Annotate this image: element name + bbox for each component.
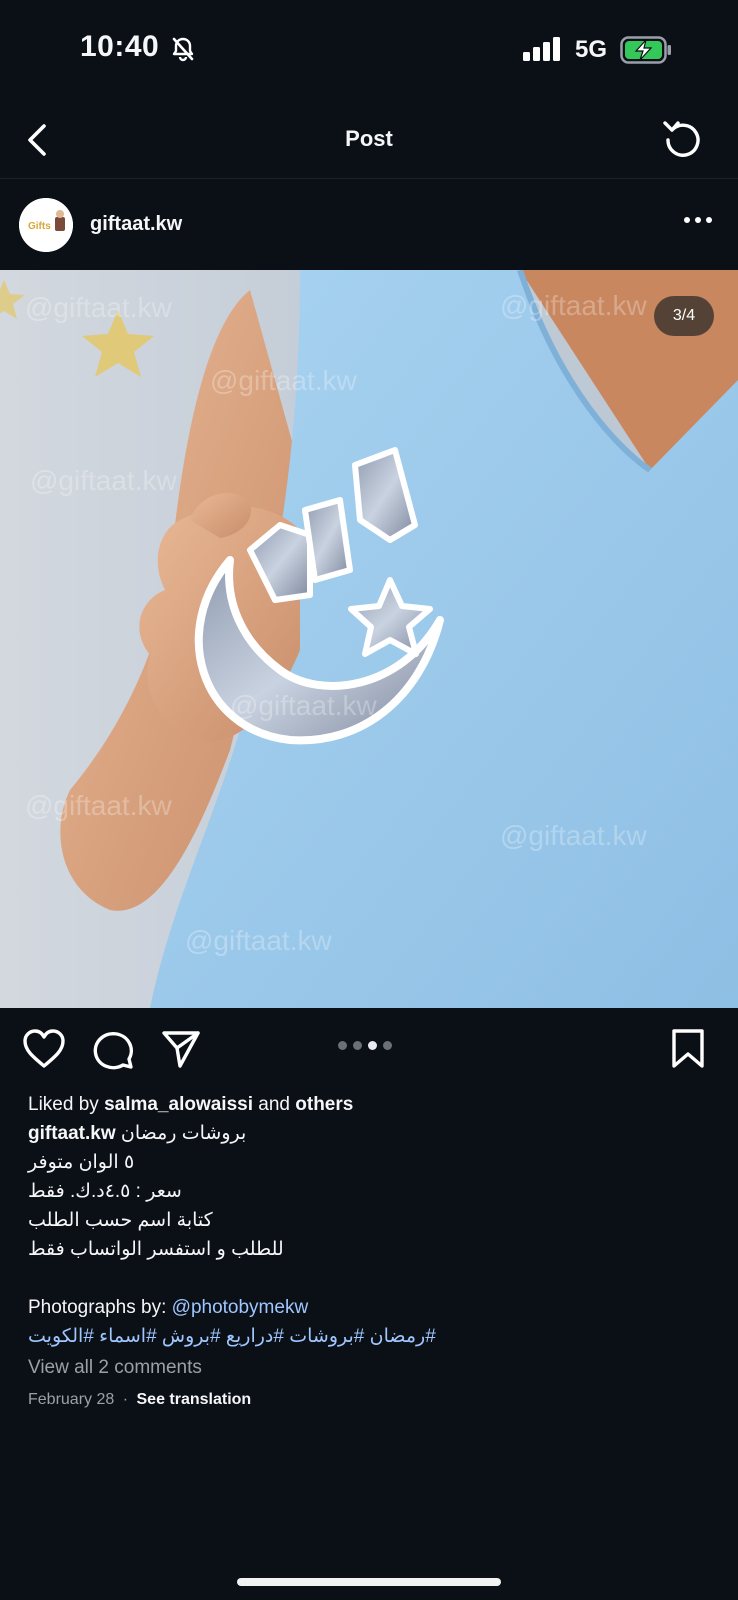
liked-by-others[interactable]: others (295, 1094, 353, 1115)
caption-text: ٥ الوان متوفر (28, 1152, 135, 1173)
nav-bar: Post (0, 100, 738, 179)
battery-charging-icon (620, 36, 671, 64)
status-time: 10:40 (80, 30, 160, 63)
post-username[interactable]: giftaat.kw (90, 213, 182, 236)
caption-first-line: giftaat.kw بروشات رمضان (28, 1119, 718, 1148)
profile-logo-icon: Gifts (19, 198, 73, 252)
photographs-by-label: Photographs by: (28, 1297, 167, 1318)
like-heart-icon[interactable] (22, 1028, 66, 1070)
caption-text: سعر : ٤.٥د.ك. فقط (28, 1181, 182, 1202)
refresh-icon[interactable] (660, 116, 704, 160)
post-header: Gifts giftaat.kw (0, 178, 738, 270)
post-action-bar (0, 1008, 738, 1092)
bell-slash-icon (172, 37, 194, 62)
likes-line: Liked by salma_alowaissi and others (28, 1090, 718, 1119)
liked-by-user[interactable]: salma_alowaissi (104, 1094, 253, 1115)
more-options-icon[interactable] (682, 210, 714, 230)
status-bar: 10:40 5G (0, 0, 738, 100)
home-indicator[interactable] (237, 1578, 501, 1586)
carousel-dot (353, 1041, 362, 1050)
post-meta-row: February 28 · See translation (28, 1385, 718, 1414)
share-send-icon[interactable] (160, 1028, 202, 1070)
caption-author[interactable]: giftaat.kw (28, 1123, 116, 1144)
carousel-indicator (338, 1041, 392, 1050)
carousel-dot (383, 1041, 392, 1050)
liked-by-prefix: Liked by (28, 1094, 99, 1115)
meta-separator: · (122, 1391, 129, 1408)
avatar-logo-text: Gifts (28, 221, 51, 232)
comment-bubble-icon[interactable] (92, 1028, 134, 1070)
page-title: Post (345, 126, 393, 151)
cell-signal-icon (523, 37, 560, 61)
photographer-link[interactable]: @photobymekw (172, 1297, 309, 1318)
caption-text: للطلب و استفسر الواتساب فقط (28, 1239, 284, 1260)
image-counter-badge: 3/4 (654, 296, 714, 336)
carousel-dot-active (368, 1041, 377, 1050)
post-date: February 28 (28, 1391, 115, 1408)
post-image[interactable]: @giftaat.kw @giftaat.kw @giftaat.kw @giftaa… (0, 270, 738, 1008)
network-label: 5G (575, 36, 608, 63)
bookmark-icon[interactable] (670, 1028, 706, 1070)
hashtags-link[interactable]: #رمضان #بروشات #دراريع #بروش #اسماء #الك… (28, 1322, 718, 1351)
liked-by-and: and (258, 1094, 290, 1115)
see-translation-link[interactable]: See translation (137, 1391, 252, 1408)
post-caption: Liked by salma_alowaissi and others gift… (28, 1090, 718, 1414)
post-photo-illustration (0, 270, 738, 1008)
caption-text: كتابة اسم حسب الطلب (28, 1210, 213, 1231)
avatar[interactable]: Gifts (19, 198, 73, 252)
caption-text: بروشات رمضان (120, 1123, 247, 1144)
view-comments-link[interactable]: View all 2 comments (28, 1353, 718, 1382)
carousel-dot (338, 1041, 347, 1050)
photographer-line: Photographs by: @photobymekw (28, 1293, 718, 1322)
